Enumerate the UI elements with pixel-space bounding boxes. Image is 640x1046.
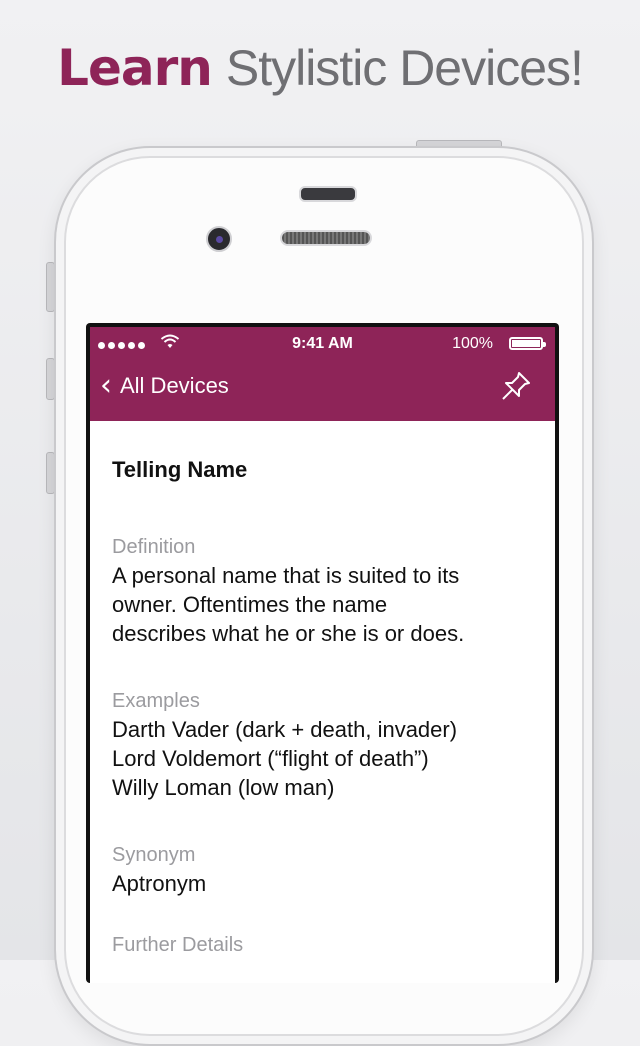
synonym-label: Synonym: [112, 844, 196, 866]
detail-content: Telling Name Definition A personal name …: [90, 421, 555, 983]
front-camera: [206, 226, 232, 252]
definition-line: A personal name that is suited to its: [112, 563, 460, 588]
example-item: Willy Loman (low man): [112, 775, 335, 800]
back-button[interactable]: ‹ All Devices: [100, 371, 229, 401]
back-label: All Devices: [120, 373, 229, 398]
examples-label: Examples: [112, 690, 200, 712]
further-details-label: Further Details: [112, 934, 244, 956]
definition-line: owner. Oftentimes the name: [112, 592, 388, 617]
battery-percent: 100%: [452, 335, 493, 352]
navigation-bar: 9:41 AM 100% ‹ All Devices: [90, 327, 555, 421]
headline-light: Stylistic Devices!: [225, 40, 584, 96]
status-bar: 9:41 AM 100%: [90, 333, 555, 357]
battery-icon: [509, 337, 546, 350]
example-item: Lord Voldemort (“flight of death”): [112, 746, 429, 771]
example-item: Darth Vader (dark + death, invader): [112, 717, 458, 742]
app-view: 9:41 AM 100% ‹ All Devices Telling Name …: [90, 327, 555, 983]
device-name: Telling Name: [112, 457, 248, 482]
pin-icon[interactable]: [499, 369, 533, 403]
definition-section: Definition A personal name that is suite…: [112, 533, 537, 648]
further-details-section[interactable]: Further Details: [112, 931, 537, 959]
synonym-value: Aptronym: [112, 871, 207, 896]
definition-line: describes what he or she is or does.: [112, 621, 465, 646]
phone-screen: 9:41 AM 100% ‹ All Devices Telling Name …: [86, 323, 559, 983]
synonym-section: Synonym Aptronym: [112, 841, 537, 898]
definition-label: Definition: [112, 536, 196, 558]
headline-bold: Learn: [57, 39, 213, 97]
earpiece-speaker: [280, 230, 372, 246]
proximity-sensor: [299, 186, 357, 202]
examples-section: Examples Darth Vader (dark + death, inva…: [112, 687, 537, 802]
chevron-left-icon: ‹: [100, 368, 112, 403]
headline: Learn Stylistic Devices!: [0, 38, 640, 98]
